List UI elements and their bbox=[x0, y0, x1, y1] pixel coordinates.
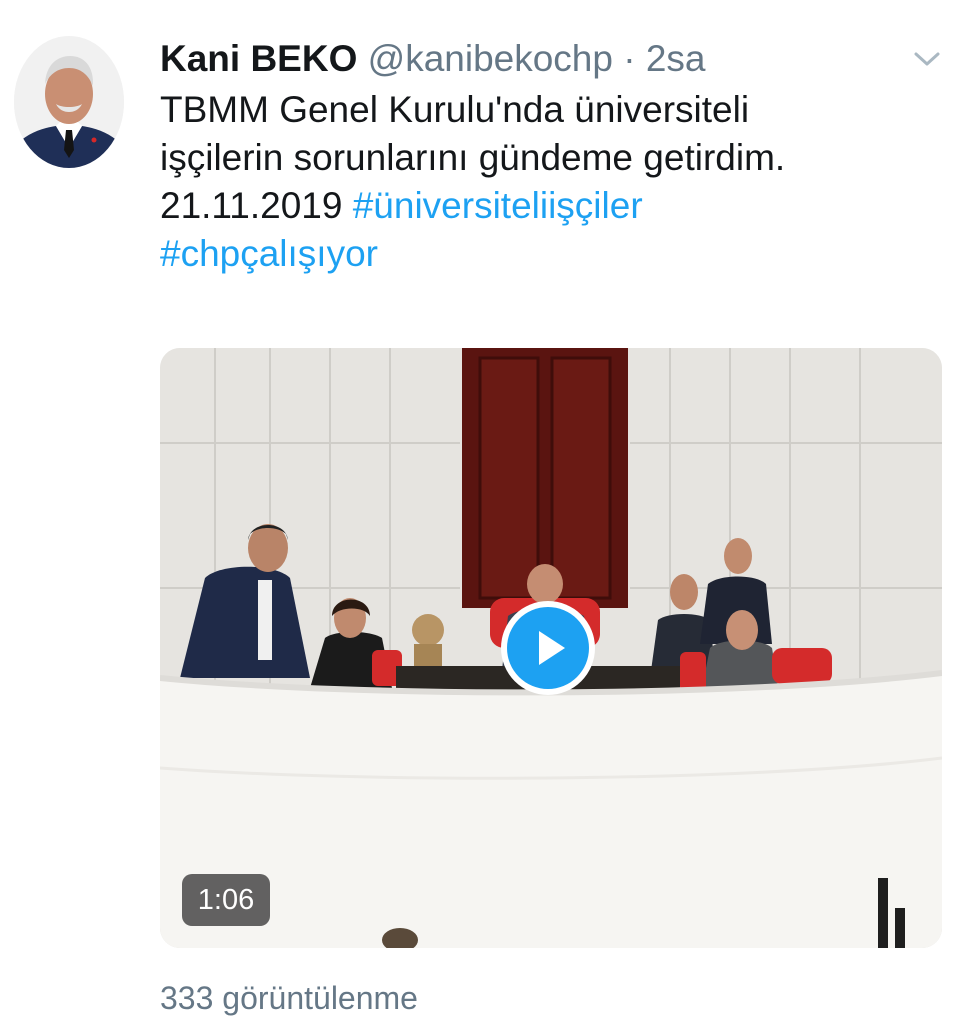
tweet-text-line-4: #chpçalışıyor bbox=[160, 230, 950, 278]
chevron-down-icon bbox=[914, 52, 940, 66]
tweet-text-line-1: TBMM Genel Kurulu'nda üniversiteli bbox=[160, 89, 750, 130]
avatar-portrait-image bbox=[14, 36, 124, 168]
tweet-date: 21.11.2019 bbox=[160, 185, 343, 226]
hashtag-universiteliiscilar[interactable]: #üniversiteliişçiler bbox=[353, 185, 643, 226]
video-duration-badge: 1:06 bbox=[182, 874, 270, 926]
play-icon bbox=[507, 607, 589, 689]
tweet-text-line-3: 21.11.2019 #üniversiteliişçiler bbox=[160, 182, 950, 230]
avatar[interactable] bbox=[14, 36, 124, 168]
tweet-text: TBMM Genel Kurulu'nda üniversiteli işçil… bbox=[160, 86, 950, 278]
tweet-header: Kani BEKO @kanibekochp · 2sa bbox=[160, 34, 706, 84]
tweet-menu-button[interactable] bbox=[910, 46, 944, 72]
display-name[interactable]: Kani BEKO bbox=[160, 38, 357, 79]
user-handle[interactable]: @kanibekochp bbox=[368, 38, 613, 79]
tweet-timestamp[interactable]: 2sa bbox=[646, 38, 706, 79]
meta-separator: · bbox=[623, 38, 636, 79]
hashtag-chpcalisiyor[interactable]: #chpçalışıyor bbox=[160, 233, 378, 274]
view-count: 333 görüntülenme bbox=[160, 980, 418, 1016]
tweet-text-line-2: işçilerin sorunlarını gündeme getirdim. bbox=[160, 137, 786, 178]
play-button[interactable] bbox=[501, 601, 595, 695]
